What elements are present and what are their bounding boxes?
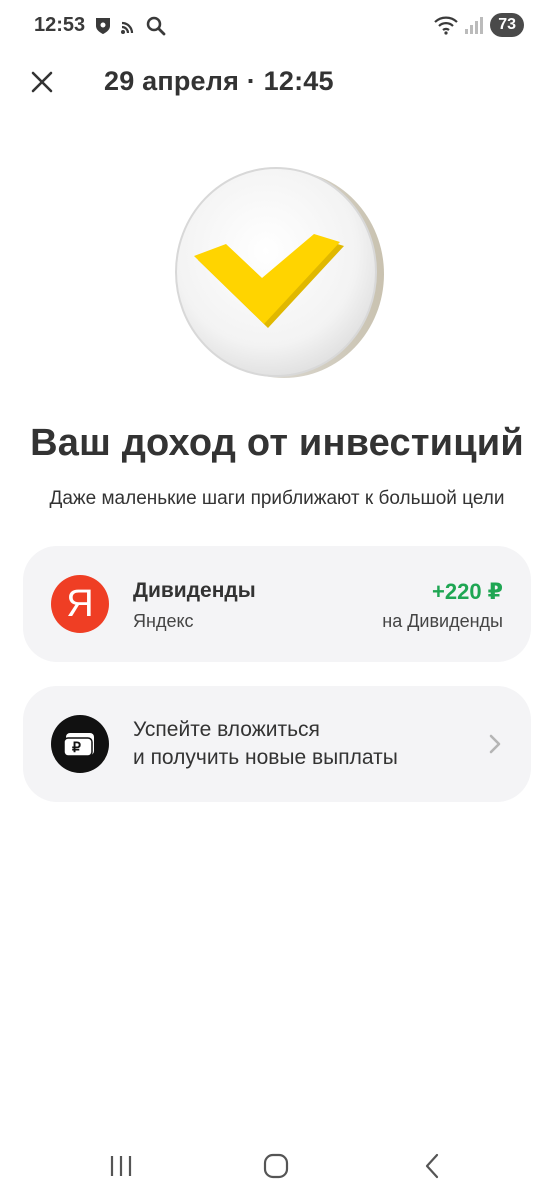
back-button[interactable] — [412, 1146, 452, 1186]
dividend-name: Дивиденды — [133, 579, 256, 602]
signal-icon — [465, 17, 484, 34]
invest-promo-line2: и получить новые выплаты — [133, 746, 398, 769]
battery-indicator: 73 — [490, 13, 524, 37]
home-button[interactable] — [256, 1146, 296, 1186]
header: 29 апреля · 12:45 — [0, 52, 554, 112]
search-icon — [146, 16, 166, 36]
hero-illustration — [168, 160, 388, 385]
dividend-company: Яндекс — [133, 611, 194, 631]
invest-promo-card[interactable]: ₽ Успейте вложиться и получить новые вып… — [23, 686, 531, 802]
page-title: Ваш доход от инвестиций — [30, 422, 524, 464]
yandex-logo-letter: Я — [66, 582, 94, 625]
system-nav-bar — [0, 1132, 554, 1200]
dividend-amount: +220 ₽ — [432, 579, 503, 604]
dividend-destination: на Дивиденды — [382, 611, 503, 631]
wifi-icon — [434, 16, 458, 35]
yandex-logo: Я — [51, 575, 109, 633]
ruble-wallet-icon: ₽ — [51, 715, 109, 773]
svg-text:₽: ₽ — [72, 739, 81, 755]
recent-apps-icon — [110, 1156, 132, 1176]
status-icons-left — [94, 14, 166, 38]
page-subtitle: Даже маленькие шаги приближают к большой… — [49, 488, 505, 509]
checkmark-coin-icon — [175, 167, 384, 378]
status-time: 12:53 — [34, 14, 86, 36]
cast-icon — [121, 21, 134, 34]
home-icon — [263, 1153, 289, 1179]
invest-promo-text: Успейте вложиться и получить новые выпла… — [133, 716, 398, 772]
dividend-card[interactable]: Я Дивиденды Яндекс +220 ₽ на Дивиденды — [23, 546, 531, 662]
recent-apps-button[interactable] — [101, 1146, 141, 1186]
shield-icon — [96, 18, 110, 34]
invest-promo-line1: Успейте вложиться — [133, 718, 320, 741]
chevron-right-icon — [489, 734, 501, 754]
back-icon — [425, 1153, 439, 1179]
close-icon — [31, 71, 53, 93]
status-icons-right: 73 — [434, 12, 524, 38]
status-bar: 12:53 73 — [0, 0, 554, 52]
header-title: 29 апреля · 12:45 — [104, 66, 334, 96]
close-button[interactable] — [22, 62, 62, 102]
